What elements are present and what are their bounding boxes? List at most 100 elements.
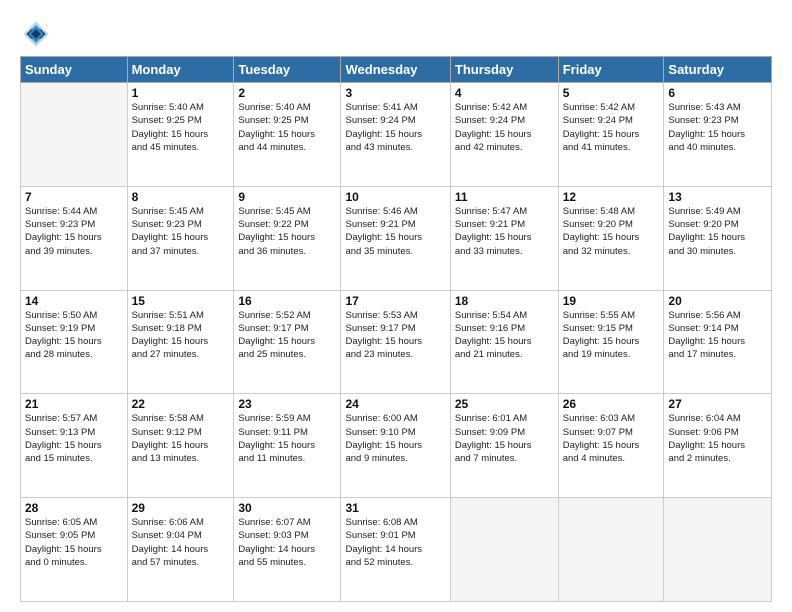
day-info: Sunrise: 5:42 AMSunset: 9:24 PMDaylight:…: [455, 101, 554, 154]
day-number: 16: [238, 294, 336, 308]
day-info: Sunrise: 5:47 AMSunset: 9:21 PMDaylight:…: [455, 205, 554, 258]
day-info: Sunrise: 5:56 AMSunset: 9:14 PMDaylight:…: [668, 309, 767, 362]
day-number: 18: [455, 294, 554, 308]
header-cell-thursday: Thursday: [450, 57, 558, 83]
day-number: 2: [238, 86, 336, 100]
day-cell: 13Sunrise: 5:49 AMSunset: 9:20 PMDayligh…: [664, 186, 772, 290]
day-cell: 26Sunrise: 6:03 AMSunset: 9:07 PMDayligh…: [558, 394, 664, 498]
header-cell-saturday: Saturday: [664, 57, 772, 83]
day-info: Sunrise: 5:50 AMSunset: 9:19 PMDaylight:…: [25, 309, 123, 362]
day-number: 27: [668, 397, 767, 411]
day-cell: [558, 498, 664, 602]
day-info: Sunrise: 6:06 AMSunset: 9:04 PMDaylight:…: [132, 516, 230, 569]
day-cell: 16Sunrise: 5:52 AMSunset: 9:17 PMDayligh…: [234, 290, 341, 394]
day-cell: 17Sunrise: 5:53 AMSunset: 9:17 PMDayligh…: [341, 290, 450, 394]
day-info: Sunrise: 5:54 AMSunset: 9:16 PMDaylight:…: [455, 309, 554, 362]
day-info: Sunrise: 5:57 AMSunset: 9:13 PMDaylight:…: [25, 412, 123, 465]
day-number: 9: [238, 190, 336, 204]
day-info: Sunrise: 6:08 AMSunset: 9:01 PMDaylight:…: [345, 516, 445, 569]
day-info: Sunrise: 5:46 AMSunset: 9:21 PMDaylight:…: [345, 205, 445, 258]
day-cell: 19Sunrise: 5:55 AMSunset: 9:15 PMDayligh…: [558, 290, 664, 394]
week-row-5: 28Sunrise: 6:05 AMSunset: 9:05 PMDayligh…: [21, 498, 772, 602]
week-row-4: 21Sunrise: 5:57 AMSunset: 9:13 PMDayligh…: [21, 394, 772, 498]
header-row: SundayMondayTuesdayWednesdayThursdayFrid…: [21, 57, 772, 83]
week-row-1: 1Sunrise: 5:40 AMSunset: 9:25 PMDaylight…: [21, 83, 772, 187]
day-cell: 31Sunrise: 6:08 AMSunset: 9:01 PMDayligh…: [341, 498, 450, 602]
day-cell: 22Sunrise: 5:58 AMSunset: 9:12 PMDayligh…: [127, 394, 234, 498]
day-cell: 12Sunrise: 5:48 AMSunset: 9:20 PMDayligh…: [558, 186, 664, 290]
day-cell: 21Sunrise: 5:57 AMSunset: 9:13 PMDayligh…: [21, 394, 128, 498]
day-info: Sunrise: 6:05 AMSunset: 9:05 PMDaylight:…: [25, 516, 123, 569]
day-number: 28: [25, 501, 123, 515]
day-info: Sunrise: 6:04 AMSunset: 9:06 PMDaylight:…: [668, 412, 767, 465]
day-cell: [664, 498, 772, 602]
day-cell: 3Sunrise: 5:41 AMSunset: 9:24 PMDaylight…: [341, 83, 450, 187]
day-info: Sunrise: 6:07 AMSunset: 9:03 PMDaylight:…: [238, 516, 336, 569]
day-cell: 24Sunrise: 6:00 AMSunset: 9:10 PMDayligh…: [341, 394, 450, 498]
header: [20, 18, 772, 50]
day-info: Sunrise: 6:00 AMSunset: 9:10 PMDaylight:…: [345, 412, 445, 465]
day-number: 25: [455, 397, 554, 411]
day-number: 30: [238, 501, 336, 515]
day-cell: 9Sunrise: 5:45 AMSunset: 9:22 PMDaylight…: [234, 186, 341, 290]
day-info: Sunrise: 5:40 AMSunset: 9:25 PMDaylight:…: [132, 101, 230, 154]
logo: [20, 18, 58, 50]
day-number: 10: [345, 190, 445, 204]
day-number: 14: [25, 294, 123, 308]
header-cell-friday: Friday: [558, 57, 664, 83]
day-cell: 30Sunrise: 6:07 AMSunset: 9:03 PMDayligh…: [234, 498, 341, 602]
day-info: Sunrise: 6:03 AMSunset: 9:07 PMDaylight:…: [563, 412, 660, 465]
day-number: 29: [132, 501, 230, 515]
calendar-body: 1Sunrise: 5:40 AMSunset: 9:25 PMDaylight…: [21, 83, 772, 602]
day-number: 15: [132, 294, 230, 308]
day-cell: 14Sunrise: 5:50 AMSunset: 9:19 PMDayligh…: [21, 290, 128, 394]
day-cell: [21, 83, 128, 187]
day-number: 21: [25, 397, 123, 411]
day-cell: 6Sunrise: 5:43 AMSunset: 9:23 PMDaylight…: [664, 83, 772, 187]
day-number: 12: [563, 190, 660, 204]
day-number: 11: [455, 190, 554, 204]
day-cell: 27Sunrise: 6:04 AMSunset: 9:06 PMDayligh…: [664, 394, 772, 498]
day-info: Sunrise: 5:51 AMSunset: 9:18 PMDaylight:…: [132, 309, 230, 362]
day-info: Sunrise: 5:59 AMSunset: 9:11 PMDaylight:…: [238, 412, 336, 465]
day-cell: [450, 498, 558, 602]
day-info: Sunrise: 5:42 AMSunset: 9:24 PMDaylight:…: [563, 101, 660, 154]
day-cell: 29Sunrise: 6:06 AMSunset: 9:04 PMDayligh…: [127, 498, 234, 602]
day-number: 24: [345, 397, 445, 411]
day-number: 31: [345, 501, 445, 515]
day-info: Sunrise: 5:48 AMSunset: 9:20 PMDaylight:…: [563, 205, 660, 258]
day-info: Sunrise: 5:45 AMSunset: 9:23 PMDaylight:…: [132, 205, 230, 258]
day-info: Sunrise: 5:52 AMSunset: 9:17 PMDaylight:…: [238, 309, 336, 362]
day-info: Sunrise: 5:45 AMSunset: 9:22 PMDaylight:…: [238, 205, 336, 258]
day-info: Sunrise: 5:41 AMSunset: 9:24 PMDaylight:…: [345, 101, 445, 154]
day-cell: 4Sunrise: 5:42 AMSunset: 9:24 PMDaylight…: [450, 83, 558, 187]
day-number: 22: [132, 397, 230, 411]
day-info: Sunrise: 5:43 AMSunset: 9:23 PMDaylight:…: [668, 101, 767, 154]
day-number: 6: [668, 86, 767, 100]
day-cell: 8Sunrise: 5:45 AMSunset: 9:23 PMDaylight…: [127, 186, 234, 290]
day-cell: 7Sunrise: 5:44 AMSunset: 9:23 PMDaylight…: [21, 186, 128, 290]
calendar-table: SundayMondayTuesdayWednesdayThursdayFrid…: [20, 56, 772, 602]
day-cell: 10Sunrise: 5:46 AMSunset: 9:21 PMDayligh…: [341, 186, 450, 290]
day-number: 17: [345, 294, 445, 308]
day-cell: 5Sunrise: 5:42 AMSunset: 9:24 PMDaylight…: [558, 83, 664, 187]
day-info: Sunrise: 5:58 AMSunset: 9:12 PMDaylight:…: [132, 412, 230, 465]
day-info: Sunrise: 5:44 AMSunset: 9:23 PMDaylight:…: [25, 205, 123, 258]
day-info: Sunrise: 6:01 AMSunset: 9:09 PMDaylight:…: [455, 412, 554, 465]
day-info: Sunrise: 5:55 AMSunset: 9:15 PMDaylight:…: [563, 309, 660, 362]
day-cell: 25Sunrise: 6:01 AMSunset: 9:09 PMDayligh…: [450, 394, 558, 498]
day-cell: 11Sunrise: 5:47 AMSunset: 9:21 PMDayligh…: [450, 186, 558, 290]
day-number: 4: [455, 86, 554, 100]
week-row-3: 14Sunrise: 5:50 AMSunset: 9:19 PMDayligh…: [21, 290, 772, 394]
header-cell-tuesday: Tuesday: [234, 57, 341, 83]
header-cell-wednesday: Wednesday: [341, 57, 450, 83]
day-cell: 15Sunrise: 5:51 AMSunset: 9:18 PMDayligh…: [127, 290, 234, 394]
day-info: Sunrise: 5:40 AMSunset: 9:25 PMDaylight:…: [238, 101, 336, 154]
week-row-2: 7Sunrise: 5:44 AMSunset: 9:23 PMDaylight…: [21, 186, 772, 290]
day-cell: 23Sunrise: 5:59 AMSunset: 9:11 PMDayligh…: [234, 394, 341, 498]
day-number: 7: [25, 190, 123, 204]
page: SundayMondayTuesdayWednesdayThursdayFrid…: [0, 0, 792, 612]
day-number: 19: [563, 294, 660, 308]
logo-icon: [20, 18, 52, 50]
day-info: Sunrise: 5:49 AMSunset: 9:20 PMDaylight:…: [668, 205, 767, 258]
